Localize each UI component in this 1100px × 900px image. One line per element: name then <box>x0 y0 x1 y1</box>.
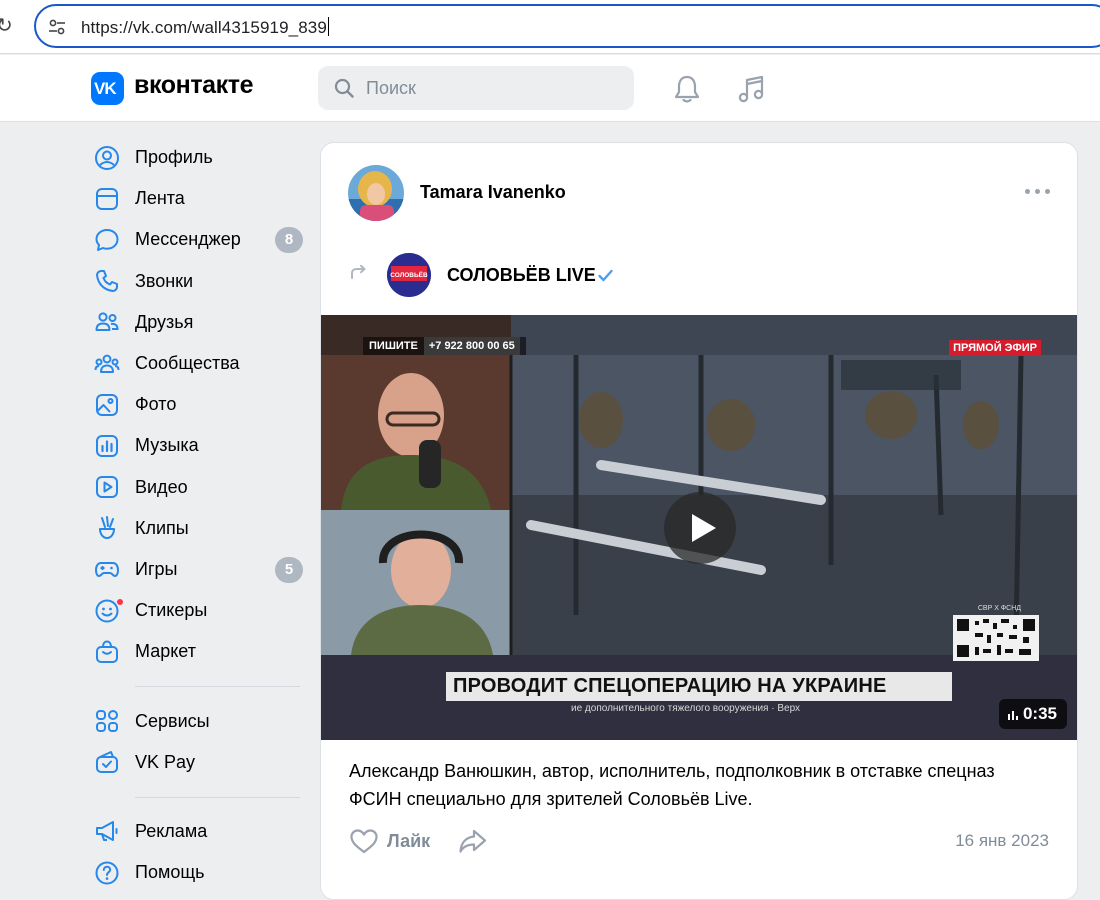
sidebar-item-label: Звонки <box>135 270 194 291</box>
games-icon <box>95 562 119 578</box>
sidebar-item-label: Фото <box>135 394 177 415</box>
sidebar-item-games[interactable]: Игры 5 <box>90 549 305 590</box>
sidebar-item-market[interactable]: Маркет <box>90 631 305 672</box>
notification-dot <box>116 598 124 607</box>
phone-icon <box>96 270 118 293</box>
sidebar-item-label: Видео <box>135 476 188 497</box>
sidebar-item-services[interactable]: Сервисы <box>90 700 305 741</box>
like-button[interactable]: Лайк <box>349 827 430 855</box>
help-icon <box>95 861 119 885</box>
sidebar-item-calls[interactable]: Звонки <box>90 261 305 302</box>
post-card: Tamara Ivanenko СОЛОВЬЁВ СОЛОВЬЁВ LIVE П… <box>320 142 1078 900</box>
search-icon <box>334 78 354 98</box>
clips-icon <box>99 516 115 540</box>
sidebar-item-help[interactable]: Помощь <box>90 852 305 893</box>
sidebar-item-label: Маркет <box>135 641 196 662</box>
browser-toolbar: ↻ https://vk.com/wall4315919_839 <box>0 0 1100 54</box>
qr-label: СВР Х ФСНД <box>977 605 1021 612</box>
sidebar-item-label: Сообщества <box>135 353 240 374</box>
post-date[interactable]: 16 янв 2023 <box>955 831 1049 851</box>
sidebar-item-video[interactable]: Видео <box>90 467 305 508</box>
sidebar-item-label: Друзья <box>135 311 194 332</box>
reload-icon[interactable]: ↻ <box>0 14 14 38</box>
feed-icon <box>96 187 118 210</box>
phone-strip: ПИШИТЕ +7 922 800 00 65 <box>363 337 526 355</box>
sidebar-item-clips[interactable]: Клипы <box>90 508 305 549</box>
group-logo: СОЛОВЬЁВ <box>387 253 431 297</box>
left-sidebar: Профиль Лента Мессенджер 8 Звонки Друзья… <box>90 137 305 893</box>
sidebar-item-profile[interactable]: Профиль <box>90 137 305 178</box>
sidebar-divider <box>135 796 300 798</box>
search-box[interactable] <box>318 66 634 110</box>
like-label: Лайк <box>387 830 431 851</box>
post-author-name[interactable]: Tamara Ivanenko <box>420 182 566 203</box>
signal-bars-icon <box>1007 711 1018 720</box>
play-button[interactable] <box>664 492 736 564</box>
photo-icon <box>96 393 118 416</box>
sidebar-item-messenger[interactable]: Мессенджер 8 <box>90 219 305 260</box>
heart-icon <box>350 829 378 854</box>
video-player[interactable]: ПИШИТЕ +7 922 800 00 65 ПРЯМОЙ ЭФИР СВР Х… <box>321 315 1077 740</box>
sidebar-item-label: Мессенджер <box>135 229 241 250</box>
author-avatar[interactable] <box>348 165 404 221</box>
repost-source-name[interactable]: СОЛОВЬЁВ LIVE <box>447 265 596 286</box>
games-count-badge: 5 <box>275 556 303 583</box>
repost-icon <box>351 264 366 279</box>
url-text[interactable]: https://vk.com/wall4315919_839 <box>81 17 329 38</box>
sidebar-item-ads[interactable]: Реклама <box>90 811 305 852</box>
video-ticker: ие дополнительного тяжелого вооружения ·… <box>571 703 801 714</box>
video-caption: ПРОВОДИТ СПЕЦОПЕРАЦИЮ НА УКРАИНЕ <box>446 672 952 701</box>
address-bar[interactable]: https://vk.com/wall4315919_839 <box>34 4 1100 48</box>
group-avatar[interactable]: СОЛОВЬЁВ <box>387 253 431 297</box>
ads-icon <box>96 821 118 842</box>
live-badge: ПРЯМОЙ ЭФИР <box>949 340 1041 356</box>
sidebar-item-label: Стикеры <box>135 600 208 621</box>
sidebar-item-label: Профиль <box>135 147 213 168</box>
sidebar-item-label: Клипы <box>135 517 189 538</box>
sidebar-item-label: Лента <box>135 188 185 209</box>
music-icon[interactable] <box>735 72 769 106</box>
sidebar-item-vkpay[interactable]: VK Pay <box>90 742 305 783</box>
share-icon[interactable] <box>458 827 488 855</box>
sidebar-item-label: Реклама <box>135 820 208 841</box>
more-options-icon[interactable] <box>1023 181 1053 201</box>
sidebar-item-feed[interactable]: Лента <box>90 178 305 219</box>
friends-icon <box>95 312 119 332</box>
sidebar-item-label: Игры <box>135 558 178 579</box>
vk-wordmark[interactable]: вконтакте <box>134 71 254 100</box>
search-input[interactable] <box>366 76 616 100</box>
svg-text:СОЛОВЬЁВ: СОЛОВЬЁВ <box>390 271 428 279</box>
sidebar-item-communities[interactable]: Сообщества <box>90 343 305 384</box>
qr-code-icon <box>953 615 1039 661</box>
vkpay-icon <box>96 751 118 774</box>
sidebar-item-label: VK Pay <box>135 751 196 772</box>
author-photo <box>348 165 404 221</box>
sidebar-item-label: Музыка <box>135 435 199 456</box>
profile-icon <box>95 145 119 170</box>
sidebar-item-friends[interactable]: Друзья <box>90 302 305 343</box>
market-icon <box>96 640 118 663</box>
messenger-icon <box>95 228 119 251</box>
verified-icon <box>598 269 613 282</box>
sidebar-item-music[interactable]: Музыка <box>90 425 305 466</box>
vk-header: VK вконтакте <box>0 55 1100 122</box>
sidebar-divider <box>135 686 300 688</box>
music-chart-icon <box>96 434 118 457</box>
communities-icon <box>94 354 120 373</box>
sidebar-item-stickers[interactable]: Стикеры <box>90 590 305 631</box>
sidebar-item-label: Помощь <box>135 862 205 883</box>
bell-icon[interactable] <box>670 72 704 106</box>
sidebar-item-label: Сервисы <box>135 710 210 731</box>
post-text: Александр Ванюшкин, автор, исполнитель, … <box>349 761 995 809</box>
video-duration: 0:35 <box>998 699 1067 729</box>
site-settings-icon[interactable] <box>48 18 66 36</box>
messenger-count-badge: 8 <box>275 227 303 254</box>
sidebar-item-photos[interactable]: Фото <box>90 384 305 425</box>
video-icon <box>96 476 118 499</box>
vk-logo[interactable]: VK <box>91 72 124 105</box>
services-icon <box>96 710 118 733</box>
